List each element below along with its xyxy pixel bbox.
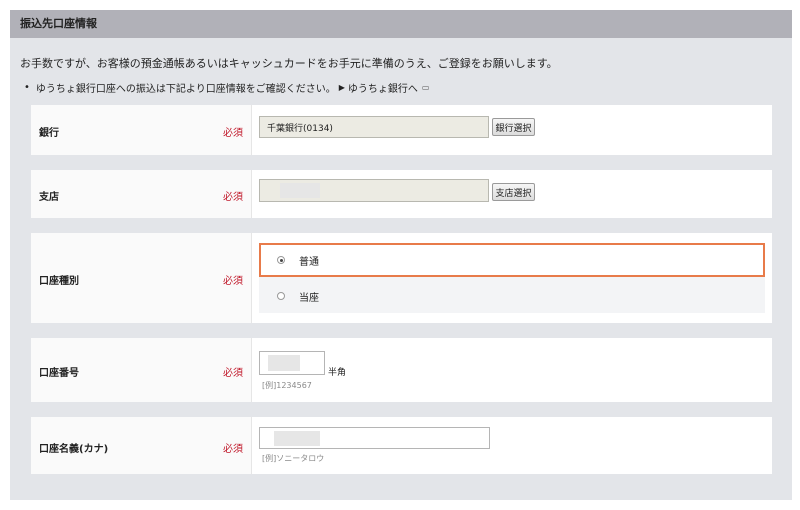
radio-label: 普通 (299, 256, 319, 268)
account-number-label: 口座番号 (39, 368, 79, 379)
account-type-label-cell: 口座種別 必須 (31, 233, 252, 323)
intro-text: お手数ですが、お客様の預金通帳あるいはキャッシュカードをお手元に準備のうえ、ご登… (20, 57, 558, 70)
bullet: • (24, 82, 30, 93)
account-number-example: [例]1234567 (262, 381, 312, 390)
external-window-icon: ▭ (421, 83, 430, 92)
required-badge: 必須 (223, 128, 243, 139)
account-type-radio-group: 普通 当座 (259, 243, 765, 313)
radio-label: 当座 (299, 292, 319, 304)
branch-select-button[interactable]: 支店選択 (492, 183, 535, 201)
bank-row: 銀行 必須 千葉銀行(0134) 銀行選択 (31, 105, 772, 155)
account-name-field-cell: [例]ソニータロウ (252, 417, 772, 474)
radio-option-futsu[interactable]: 普通 (259, 243, 765, 277)
account-name-example: [例]ソニータロウ (262, 454, 325, 463)
masked-value (268, 355, 300, 371)
account-number-row: 口座番号 必須 半角 [例]1234567 (31, 338, 772, 402)
branch-label: 支店 (39, 192, 59, 203)
required-badge: 必須 (223, 192, 243, 203)
bank-label-cell: 銀行 必須 (31, 105, 252, 155)
account-name-label-cell: 口座名義(カナ) 必須 (31, 417, 252, 474)
note-text: ゆうちょ銀行口座への振込は下記より口座情報をご確認ください。 (35, 84, 336, 95)
account-type-label: 口座種別 (39, 276, 79, 287)
masked-value (280, 183, 320, 198)
masked-value (274, 431, 320, 446)
account-number-field-cell: 半角 [例]1234567 (252, 338, 772, 402)
yucho-bank-link[interactable]: ゆうちょ銀行へ (348, 80, 418, 95)
bank-label: 銀行 (39, 128, 59, 139)
arrow-right-icon: ▶ (338, 83, 345, 92)
branch-field[interactable] (259, 179, 489, 202)
account-type-field-cell: 普通 当座 (252, 233, 772, 323)
half-width-note: 半角 (328, 368, 347, 378)
branch-row: 支店 必須 支店選択 (31, 170, 772, 218)
account-name-row: 口座名義(カナ) 必須 [例]ソニータロウ (31, 417, 772, 474)
branch-label-cell: 支店 必須 (31, 170, 252, 218)
account-number-input[interactable] (259, 351, 325, 375)
account-number-label-cell: 口座番号 必須 (31, 338, 252, 402)
required-badge: 必須 (223, 276, 243, 287)
required-badge: 必須 (223, 368, 243, 379)
account-type-row: 口座種別 必須 普通 当座 (31, 233, 772, 323)
yucho-note: • ゆうちょ銀行口座への振込は下記より口座情報をご確認ください。 ▶ ゆうちょ銀… (24, 80, 429, 95)
bank-field-cell: 千葉銀行(0134) 銀行選択 (252, 105, 772, 155)
account-name-input[interactable] (259, 427, 490, 449)
radio-unchecked-icon[interactable] (277, 292, 285, 300)
branch-field-cell: 支店選択 (252, 170, 772, 218)
bank-field[interactable]: 千葉銀行(0134) (259, 116, 489, 138)
required-badge: 必須 (223, 444, 243, 455)
panel-title: 振込先口座情報 (10, 10, 792, 38)
radio-option-toza[interactable]: 当座 (259, 279, 765, 313)
account-name-label: 口座名義(カナ) (39, 444, 109, 455)
radio-checked-icon[interactable] (277, 256, 285, 264)
bank-select-button[interactable]: 銀行選択 (492, 118, 535, 136)
